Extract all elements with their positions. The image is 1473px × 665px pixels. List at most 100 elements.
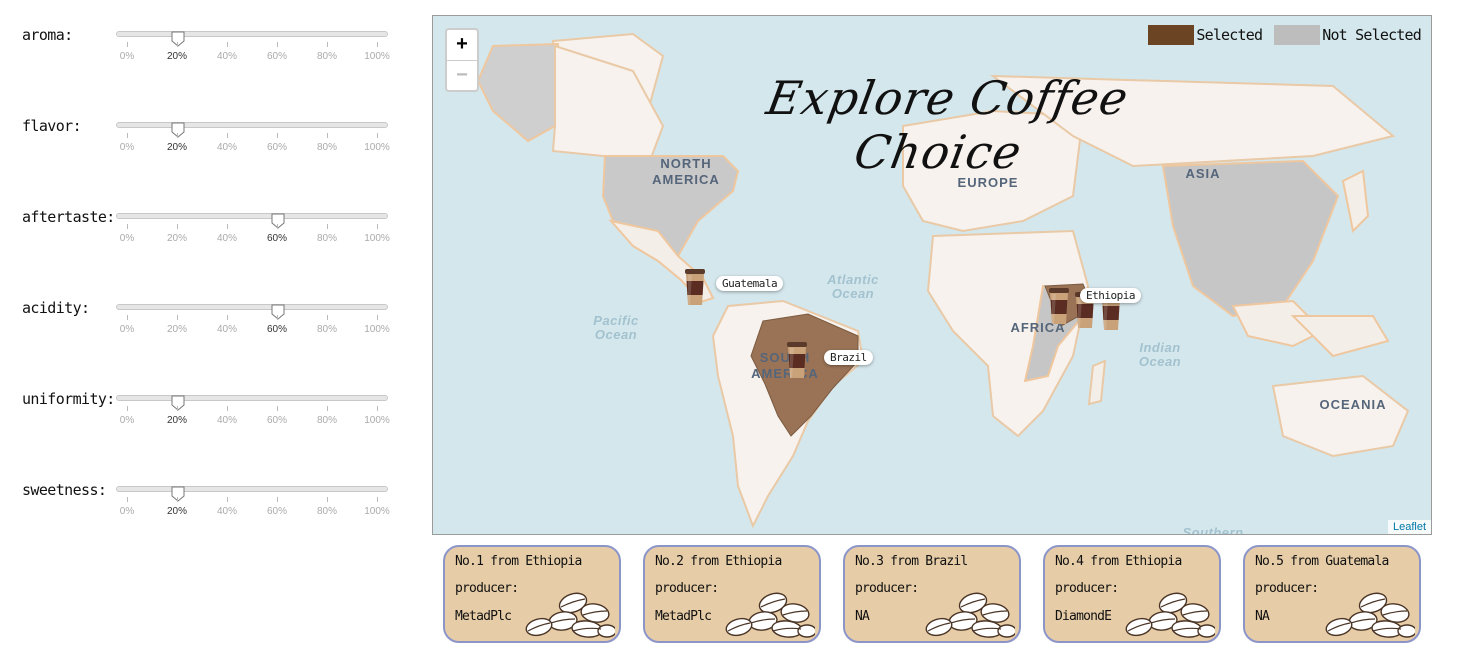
slider-tick	[127, 406, 128, 411]
card-title: No.3 from Brazil	[855, 554, 968, 569]
card-producer-label: producer:	[855, 581, 919, 596]
slider-tick-labels: 0% 20% 40% 60% 80% 100%	[116, 324, 390, 338]
zoom-in-button[interactable]: +	[447, 30, 477, 61]
slider-tick-labels: 0% 20% 40% 60% 80% 100%	[116, 142, 390, 156]
slider-ticks	[116, 224, 388, 230]
slider-tick	[127, 497, 128, 502]
slider-tick-label: 60%	[266, 233, 287, 244]
card-producer-value: NA	[855, 609, 870, 624]
slider-tick	[177, 497, 178, 502]
coffee-card[interactable]: No.2 from Ethiopia producer: MetadPlc	[643, 545, 821, 643]
coffee-beans-icon	[511, 589, 617, 639]
slider-tick-label: 80%	[316, 142, 337, 153]
slider-tick	[327, 315, 328, 320]
coffee-cup-marker-icon[interactable]	[1047, 288, 1071, 326]
slider-tick	[277, 497, 278, 502]
slider-tick-label: 60%	[266, 506, 287, 517]
coffee-cup-marker-icon[interactable]	[683, 269, 707, 307]
slider-tick-label: 0%	[119, 142, 135, 153]
slider-tick	[227, 42, 228, 47]
slider-label: aftertaste:	[22, 208, 115, 226]
slider-tick-label: 60%	[266, 415, 287, 426]
slider-track[interactable]	[116, 213, 388, 229]
slider-tick-label: 20%	[166, 506, 187, 517]
slider-tick	[127, 42, 128, 47]
map-legend: Selected Not Selected	[1148, 24, 1422, 46]
slider-tick	[277, 224, 278, 229]
card-producer-value: DiamondE	[1055, 609, 1112, 624]
coffee-card[interactable]: No.5 from Guatemala producer: NA	[1243, 545, 1421, 643]
slider-uniformity: uniformity: 0% 20% 40% 60% 80% 100%	[0, 390, 420, 460]
slider-tick	[327, 406, 328, 411]
card-title: No.2 from Ethiopia	[655, 554, 782, 569]
slider-tick	[227, 315, 228, 320]
marker-tooltip-brazil: Brazil	[824, 350, 873, 365]
slider-tick	[377, 224, 378, 229]
card-producer-label: producer:	[655, 581, 719, 596]
slider-tick	[327, 42, 328, 47]
region-label-europe: EUROPE	[957, 175, 1019, 190]
slider-tick-label: 100%	[364, 415, 390, 426]
coffee-map[interactable]: + − Selected Not Selected Explore Coffee …	[432, 15, 1432, 535]
slider-tick-label: 0%	[119, 324, 135, 335]
zoom-out-button[interactable]: −	[447, 61, 477, 91]
slider-label: flavor:	[22, 117, 82, 135]
region-label-asia: ASIA	[1185, 166, 1221, 181]
slider-aroma: aroma: 0% 20% 40% 60% 80% 100%	[0, 26, 420, 96]
coffee-card[interactable]: No.3 from Brazil producer: NA	[843, 545, 1021, 643]
slider-track[interactable]	[116, 486, 388, 502]
card-producer-value: MetadPlc	[655, 609, 712, 624]
region-label-north-america: NORTH AMERICA	[652, 156, 720, 187]
slider-aftertaste: aftertaste: 0% 20% 40% 60% 80% 100%	[0, 208, 420, 278]
legend-swatch-selected	[1148, 24, 1195, 45]
slider-tick	[327, 224, 328, 229]
slider-tick	[277, 406, 278, 411]
slider-tick-label: 0%	[119, 506, 135, 517]
slider-track[interactable]	[116, 31, 388, 47]
coffee-card[interactable]: No.1 from Ethiopia producer: MetadPlc	[443, 545, 621, 643]
slider-tick	[127, 133, 128, 138]
slider-label: aroma:	[22, 26, 73, 44]
ocean-label-pacific: Pacific Ocean	[593, 313, 639, 342]
slider-track[interactable]	[116, 395, 388, 411]
slider-flavor: flavor: 0% 20% 40% 60% 80% 100%	[0, 117, 420, 187]
slider-tick	[227, 497, 228, 502]
zoom-control[interactable]: + −	[445, 28, 479, 92]
slider-tick	[277, 133, 278, 138]
slider-tick-label: 40%	[216, 324, 237, 335]
slider-tick	[277, 315, 278, 320]
coffee-card[interactable]: No.4 from Ethiopia producer: DiamondE	[1043, 545, 1221, 643]
slider-tick-label: 80%	[316, 415, 337, 426]
slider-tick	[177, 315, 178, 320]
legend-label-not-selected: Not Selected	[1322, 25, 1422, 44]
coffee-beans-icon	[911, 589, 1017, 639]
slider-tick-label: 0%	[119, 415, 135, 426]
coffee-beans-icon	[1111, 589, 1217, 639]
slider-tick-label: 80%	[316, 324, 337, 335]
slider-track[interactable]	[116, 304, 388, 320]
slider-track[interactable]	[116, 122, 388, 138]
card-title: No.5 from Guatemala	[1255, 554, 1389, 569]
country-not-selected	[1161, 159, 1340, 318]
country-not-selected	[476, 42, 560, 143]
card-title: No.4 from Ethiopia	[1055, 554, 1182, 569]
slider-tick-label: 40%	[216, 415, 237, 426]
slider-tick-label: 60%	[266, 142, 287, 153]
slider-tick	[177, 224, 178, 229]
card-producer-value: MetadPlc	[455, 609, 512, 624]
slider-tick	[377, 406, 378, 411]
card-title: No.1 from Ethiopia	[455, 554, 582, 569]
slider-tick	[327, 497, 328, 502]
leaflet-attribution-link[interactable]: Leaflet	[1387, 520, 1431, 534]
slider-ticks	[116, 315, 388, 321]
slider-tick-label: 100%	[364, 324, 390, 335]
slider-tick-label: 80%	[316, 506, 337, 517]
slider-acidity: acidity: 0% 20% 40% 60% 80% 100%	[0, 299, 420, 369]
region-label-oceania: OCEANIA	[1319, 397, 1387, 412]
slider-tick-labels: 0% 20% 40% 60% 80% 100%	[116, 506, 390, 520]
coffee-beans-icon	[711, 589, 817, 639]
slider-tick-label: 20%	[166, 415, 187, 426]
coffee-cup-marker-icon[interactable]	[785, 342, 809, 380]
slider-tick-labels: 0% 20% 40% 60% 80% 100%	[116, 51, 390, 65]
slider-tick-label: 60%	[266, 51, 287, 62]
